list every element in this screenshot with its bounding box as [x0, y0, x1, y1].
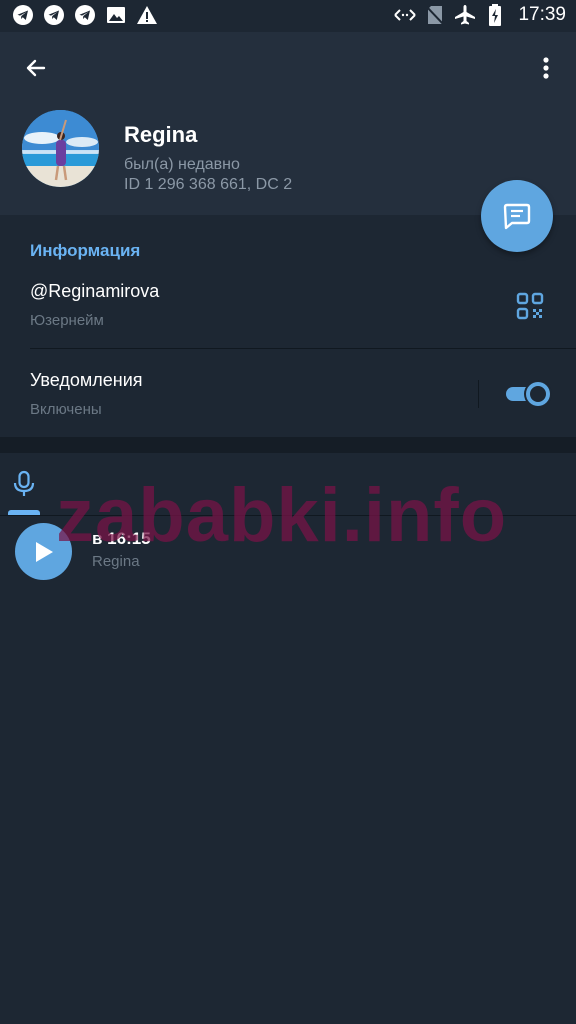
notifications-toggle[interactable]	[506, 382, 550, 406]
no-sim-icon	[424, 4, 446, 26]
arrow-left-icon	[26, 59, 46, 77]
data-arrows-icon	[394, 4, 417, 26]
microphone-icon	[13, 470, 35, 496]
send-message-button[interactable]	[481, 180, 553, 252]
qr-code-button[interactable]	[516, 292, 544, 320]
notifications-state: Включены	[30, 401, 102, 418]
telegram-icon	[74, 4, 96, 26]
username[interactable]: @Reginamirova	[30, 281, 159, 302]
section-gap	[0, 437, 576, 453]
last-seen-status: был(а) недавно	[124, 156, 240, 173]
message-icon	[503, 203, 531, 230]
profile-name: Regina	[124, 122, 198, 147]
telegram-icon	[12, 4, 34, 26]
info-section: Информация @Reginamirova Юзернейм Уведом…	[0, 215, 576, 437]
more-menu-button[interactable]	[530, 50, 562, 86]
status-time: 17:39	[518, 4, 566, 25]
qr-code-icon	[516, 292, 544, 320]
toggle-knob	[526, 382, 550, 406]
section-title: Информация	[30, 241, 141, 260]
divider	[478, 380, 479, 408]
user-id: ID 1 296 368 661, DC 2	[124, 176, 293, 193]
play-icon	[35, 541, 53, 562]
warning-icon	[136, 4, 158, 26]
notifications-label[interactable]: Уведомления	[30, 370, 143, 391]
battery-charging-icon	[484, 4, 506, 26]
profile-header: Regina был(а) недавно ID 1 296 368 661, …	[0, 32, 576, 215]
tab-indicator	[8, 510, 40, 515]
telegram-icon	[43, 4, 65, 26]
avatar[interactable]	[22, 110, 99, 187]
watermark: zababki.info	[56, 473, 508, 558]
airplane-icon	[454, 4, 476, 26]
back-button[interactable]	[16, 50, 56, 86]
image-icon	[105, 4, 127, 26]
username-label: Юзернейм	[30, 312, 104, 329]
divider	[30, 348, 576, 349]
more-vertical-icon	[543, 57, 549, 79]
tab-voice[interactable]	[8, 453, 40, 515]
status-bar: 17:39	[0, 0, 576, 32]
